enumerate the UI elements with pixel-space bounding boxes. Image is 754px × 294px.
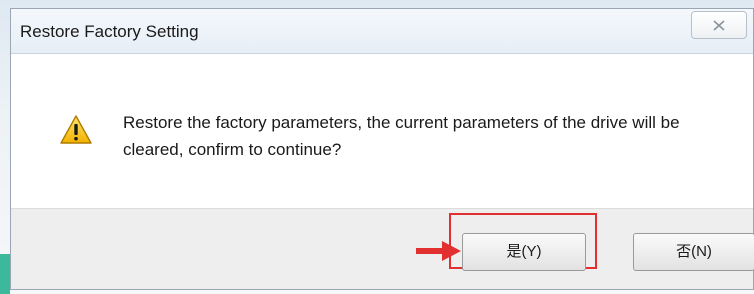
background-edge <box>0 254 10 294</box>
dialog-content: Restore the factory parameters, the curr… <box>11 53 753 208</box>
dialog-button-bar: 是(Y) 否(N) <box>11 208 754 289</box>
no-button[interactable]: 否(N) <box>633 233 754 271</box>
warning-triangle-icon <box>60 115 92 144</box>
restore-factory-dialog: Restore Factory Setting Restore the fact… <box>10 8 754 290</box>
yes-button[interactable]: 是(Y) <box>462 233 586 271</box>
dialog-message: Restore the factory parameters, the curr… <box>123 113 680 159</box>
dialog-title: Restore Factory Setting <box>20 22 199 41</box>
dialog-titlebar: Restore Factory Setting <box>11 9 753 53</box>
close-x-icon <box>713 20 725 31</box>
annotation-arrow-icon <box>416 241 461 261</box>
close-button[interactable] <box>691 11 747 39</box>
